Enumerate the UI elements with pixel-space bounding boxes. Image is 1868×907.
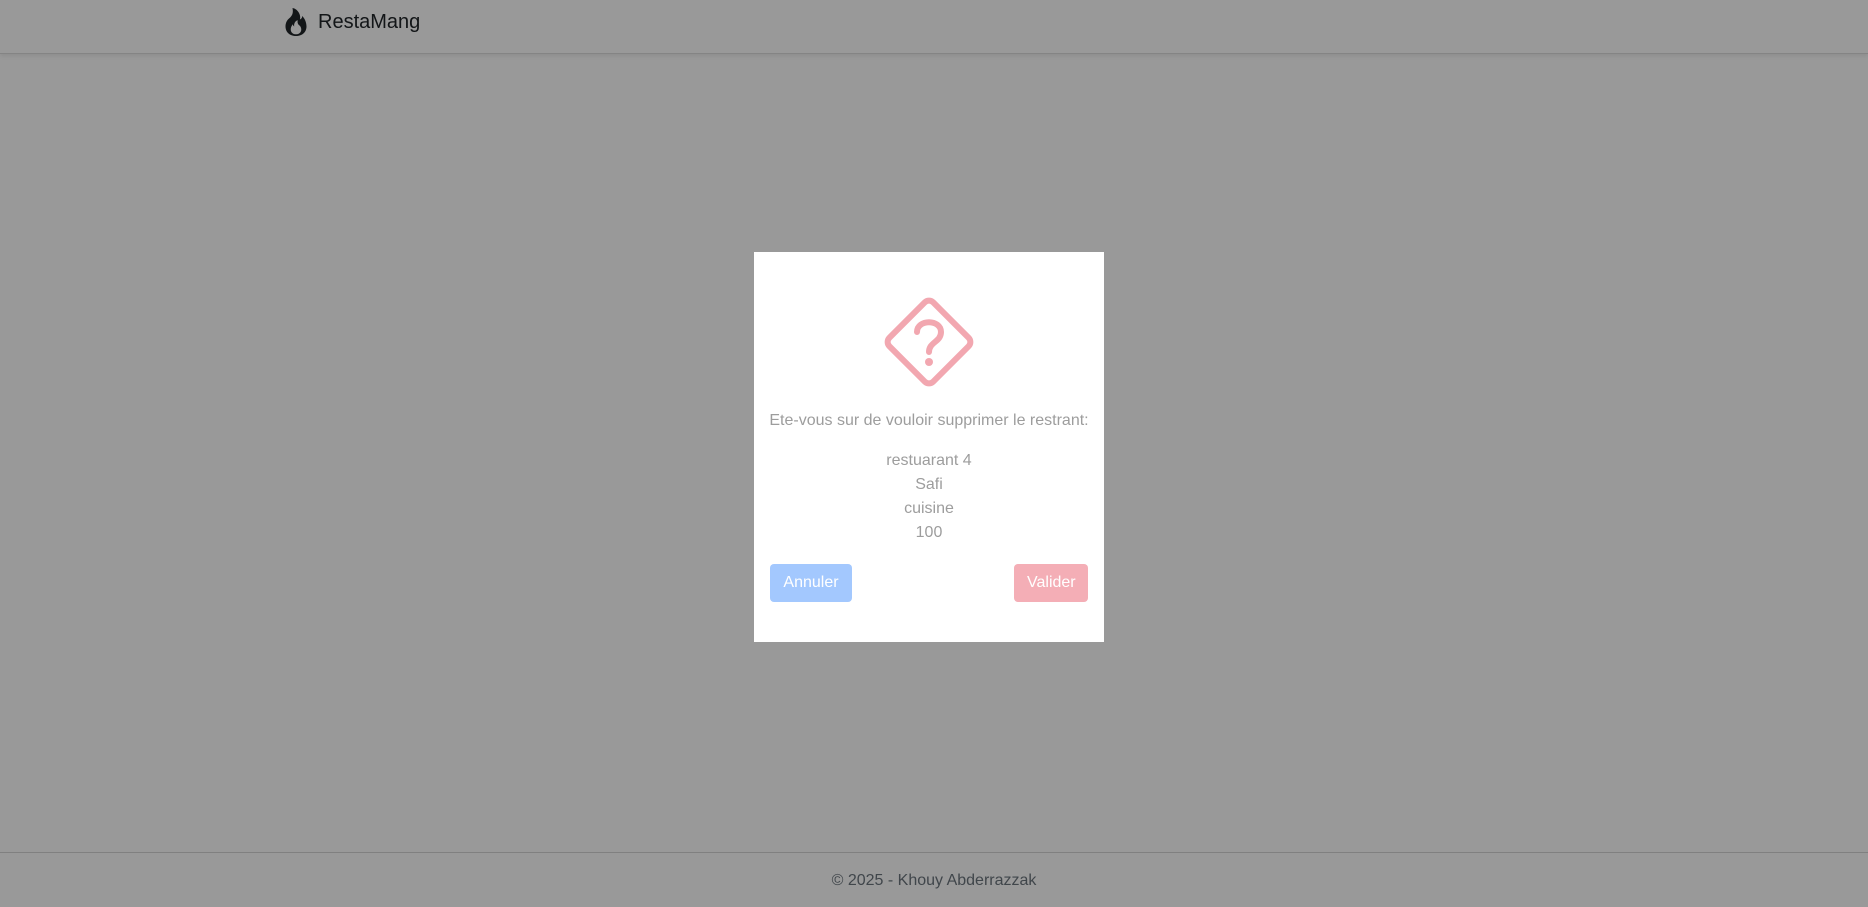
restaurant-name: restuarant 4: [886, 452, 972, 469]
restaurant-city: Safi: [915, 476, 943, 493]
confirm-button[interactable]: Valider: [1014, 564, 1088, 602]
cancel-button[interactable]: Annuler: [770, 564, 852, 602]
question-diamond-icon: [879, 292, 979, 392]
confirm-question: Ete-vous sur de vouloir supprimer le res…: [769, 412, 1089, 429]
restaurant-category: cuisine: [904, 500, 954, 517]
confirm-delete-dialog: Ete-vous sur de vouloir supprimer le res…: [754, 252, 1104, 642]
restaurant-value: 100: [915, 524, 943, 541]
